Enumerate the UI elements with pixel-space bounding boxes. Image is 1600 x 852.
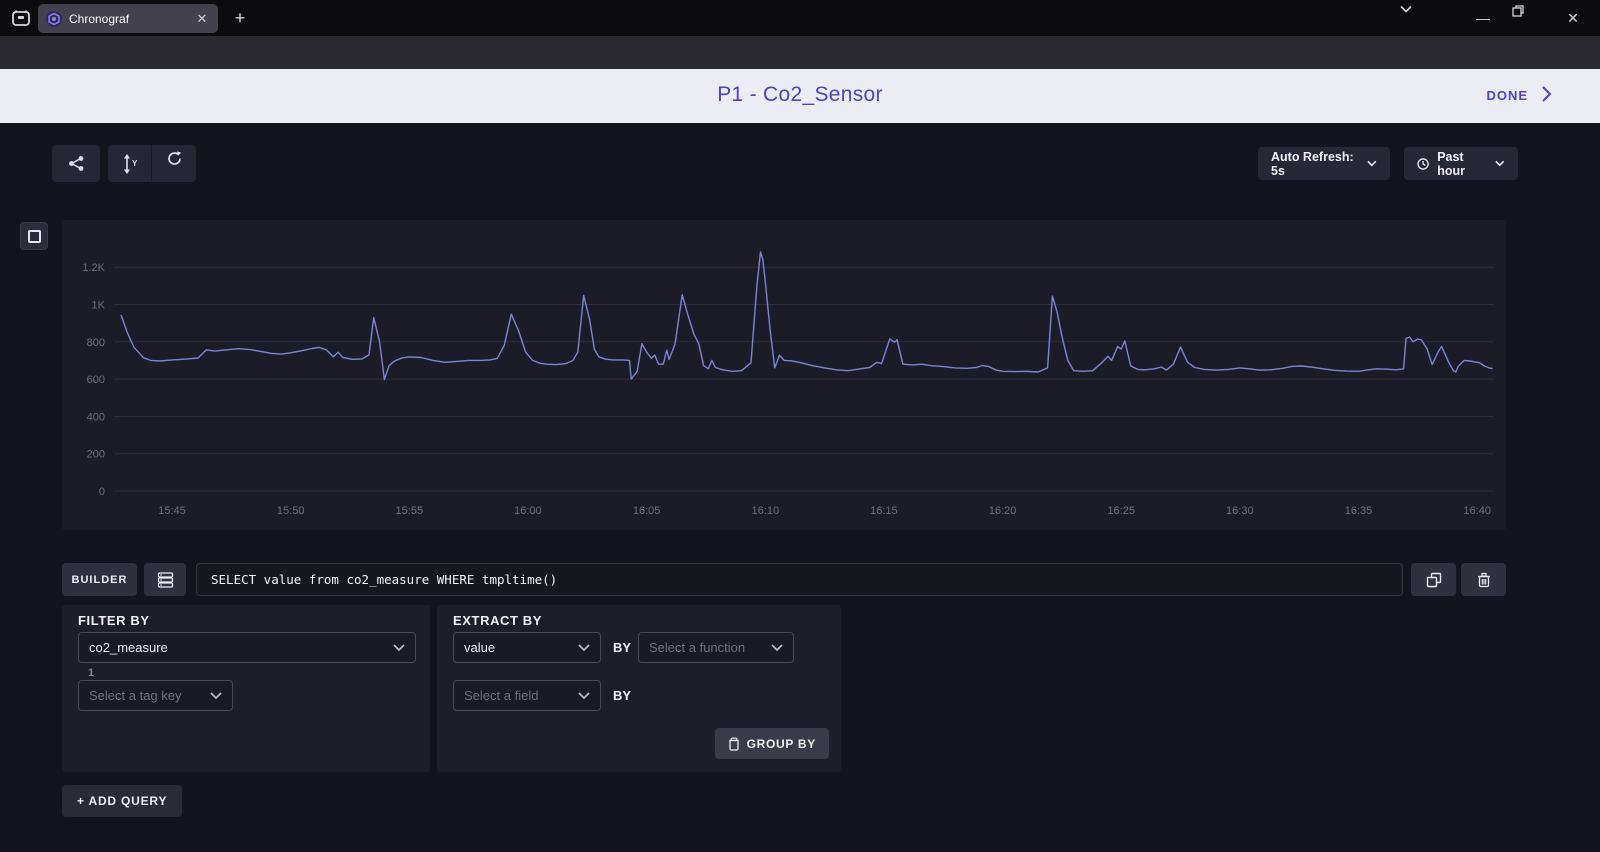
page-title: P1 - Co2_Sensor bbox=[0, 83, 1600, 107]
database-icon bbox=[157, 572, 174, 588]
field-value: value bbox=[464, 640, 495, 655]
copy-icon bbox=[1426, 572, 1442, 588]
by-label-1: BY bbox=[613, 640, 631, 655]
tag-count: 1 bbox=[88, 667, 94, 679]
window-restore-button[interactable] bbox=[1512, 5, 1546, 31]
bin-icon bbox=[728, 737, 740, 751]
svg-text:Y: Y bbox=[132, 159, 138, 168]
trash-icon bbox=[1477, 572, 1491, 588]
browser-nav-bar: ← → Non sécurisé 172.16.13.7:10000/visua… bbox=[0, 36, 1600, 69]
co2-line-chart[interactable]: 0 200 400 600 800 1K 1.2K 15:45 15:50 15:55 16:00 1… bbox=[62, 220, 1506, 530]
svg-text:1K: 1K bbox=[92, 300, 106, 312]
field-dropdown[interactable]: value bbox=[453, 632, 601, 663]
done-button[interactable]: DONE bbox=[1486, 88, 1528, 103]
group-by-button[interactable]: GROUP BY bbox=[715, 728, 829, 759]
browser-tab-bar: Chronograf ✕ + — ✕ bbox=[0, 0, 1600, 36]
window-minimize-button[interactable]: — bbox=[1466, 5, 1500, 31]
svg-text:400: 400 bbox=[87, 411, 105, 423]
group-by-label: GROUP BY bbox=[747, 737, 816, 751]
field2-dropdown[interactable]: Select a field bbox=[453, 680, 601, 711]
delete-query-button[interactable] bbox=[1461, 563, 1506, 596]
svg-text:1.2K: 1.2K bbox=[82, 262, 105, 274]
svg-text:16:40: 16:40 bbox=[1463, 505, 1491, 517]
svg-text:16:20: 16:20 bbox=[989, 505, 1017, 517]
chevron-down-icon bbox=[771, 644, 783, 652]
cell-select-checkbox[interactable] bbox=[20, 222, 48, 250]
chevron-down-icon bbox=[393, 644, 405, 652]
tab-close-icon[interactable]: ✕ bbox=[194, 11, 210, 27]
tab-title: Chronograf bbox=[69, 12, 187, 26]
svg-text:16:30: 16:30 bbox=[1226, 505, 1254, 517]
svg-text:16:10: 16:10 bbox=[752, 505, 780, 517]
svg-text:15:55: 15:55 bbox=[396, 505, 424, 517]
tag-key-placeholder: Select a tag key bbox=[89, 688, 182, 703]
window-close-button[interactable]: ✕ bbox=[1556, 5, 1590, 31]
time-range-dropdown[interactable]: Past hour bbox=[1404, 147, 1518, 180]
svg-text:600: 600 bbox=[87, 374, 105, 386]
checkbox-square bbox=[28, 230, 41, 243]
builder-tab-button[interactable]: BUILDER bbox=[62, 563, 137, 596]
builder-label: BUILDER bbox=[72, 574, 128, 586]
clock-icon bbox=[1417, 157, 1429, 171]
add-query-label: + ADD QUERY bbox=[77, 794, 167, 808]
chronograf-favicon bbox=[46, 11, 62, 27]
chart-svg[interactable]: 0 200 400 600 800 1K 1.2K 15:45 15:50 15:55 16:00 1… bbox=[62, 220, 1506, 530]
chevron-down-icon bbox=[578, 692, 590, 700]
extract-by-panel: EXTRACT BY value BY Select a function Se… bbox=[437, 605, 841, 772]
extract-by-heading: EXTRACT BY bbox=[453, 613, 542, 628]
svg-text:15:50: 15:50 bbox=[277, 505, 305, 517]
refresh-icon bbox=[167, 151, 182, 166]
time-range-label: Past hour bbox=[1437, 150, 1487, 178]
y-axis-arrows-icon: Y bbox=[121, 154, 139, 174]
svg-text:0: 0 bbox=[99, 486, 105, 498]
filter-by-panel: FILTER BY co2_measure 1 Select a tag key bbox=[62, 605, 430, 772]
measurement-dropdown[interactable]: co2_measure bbox=[78, 632, 416, 663]
tab-list-chevron-icon[interactable] bbox=[1400, 5, 1434, 31]
query-templates-button[interactable] bbox=[144, 563, 186, 596]
filter-by-heading: FILTER BY bbox=[78, 613, 150, 628]
svg-text:16:35: 16:35 bbox=[1345, 505, 1373, 517]
function-placeholder: Select a function bbox=[649, 640, 745, 655]
auto-refresh-label: Auto Refresh: 5s bbox=[1271, 150, 1359, 178]
browser-tab-chronograf[interactable]: Chronograf ✕ bbox=[38, 4, 218, 33]
share-button[interactable] bbox=[52, 145, 100, 182]
app-header: P1 - Co2_Sensor DONE bbox=[0, 69, 1600, 123]
svg-text:16:00: 16:00 bbox=[514, 505, 542, 517]
add-query-button[interactable]: + ADD QUERY bbox=[62, 785, 182, 817]
firefox-view-icon[interactable] bbox=[10, 7, 32, 29]
field2-placeholder: Select a field bbox=[464, 688, 538, 703]
tag-key-dropdown[interactable]: Select a tag key bbox=[78, 680, 233, 711]
y-axis-zoom-button[interactable]: Y bbox=[108, 145, 152, 182]
svg-text:800: 800 bbox=[87, 337, 105, 349]
by-label-2: BY bbox=[613, 688, 631, 703]
svg-text:16:05: 16:05 bbox=[633, 505, 661, 517]
query-text-input[interactable]: SELECT value from co2_measure WHERE tmpl… bbox=[196, 563, 1403, 596]
chevron-down-icon bbox=[578, 644, 590, 652]
new-tab-button[interactable]: + bbox=[228, 7, 252, 31]
refresh-button[interactable] bbox=[152, 145, 196, 182]
screen: Chronograf ✕ + — ✕ ← → Non sécurisé 172.… bbox=[0, 0, 1600, 852]
measurement-value: co2_measure bbox=[89, 640, 168, 655]
svg-text:15:45: 15:45 bbox=[158, 505, 186, 517]
chevron-down-icon bbox=[1495, 160, 1505, 167]
chevron-right-icon[interactable] bbox=[1541, 85, 1552, 103]
svg-text:200: 200 bbox=[87, 449, 105, 461]
share-icon bbox=[68, 155, 85, 172]
svg-text:16:25: 16:25 bbox=[1107, 505, 1135, 517]
auto-refresh-dropdown[interactable]: Auto Refresh: 5s bbox=[1258, 147, 1390, 180]
duplicate-query-button[interactable] bbox=[1411, 563, 1456, 596]
svg-text:16:15: 16:15 bbox=[870, 505, 898, 517]
query-text: SELECT value from co2_measure WHERE tmpl… bbox=[211, 572, 557, 587]
chevron-down-icon bbox=[1367, 160, 1377, 167]
chevron-down-icon bbox=[210, 692, 222, 700]
function-dropdown[interactable]: Select a function bbox=[638, 632, 794, 663]
